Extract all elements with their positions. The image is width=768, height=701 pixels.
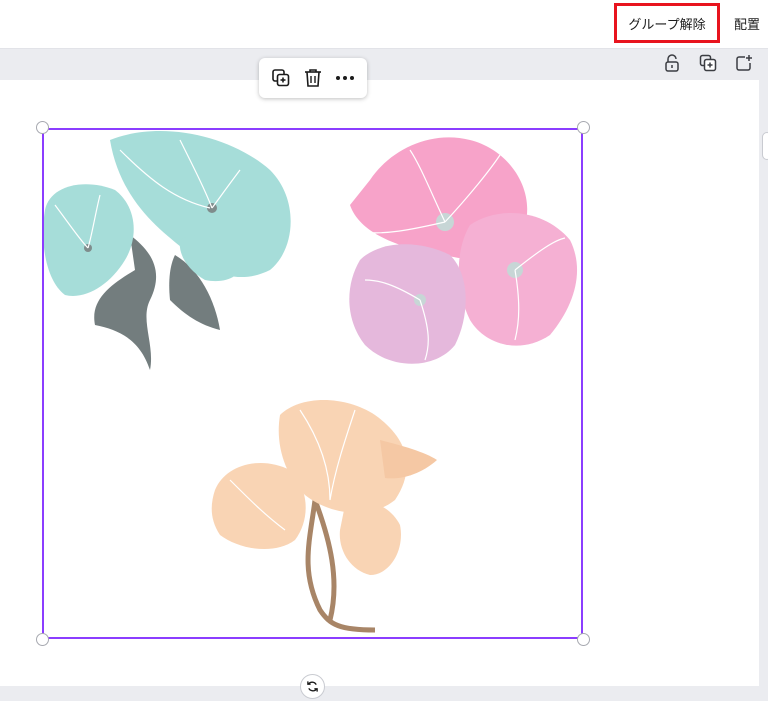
resize-handle-bottom-left[interactable] <box>36 633 49 646</box>
trash-icon[interactable] <box>300 65 326 91</box>
side-panel-toggle[interactable] <box>762 132 768 160</box>
resize-handle-bottom-right[interactable] <box>577 633 590 646</box>
rotate-icon <box>307 681 318 692</box>
resize-handle-top-left[interactable] <box>36 121 49 134</box>
resize-handle-top-right[interactable] <box>577 121 590 134</box>
element-toolbar <box>259 58 367 98</box>
selection-box[interactable] <box>42 128 583 639</box>
more-icon[interactable] <box>332 65 358 91</box>
copy-icon[interactable] <box>268 65 294 91</box>
rotate-handle[interactable] <box>300 674 325 699</box>
